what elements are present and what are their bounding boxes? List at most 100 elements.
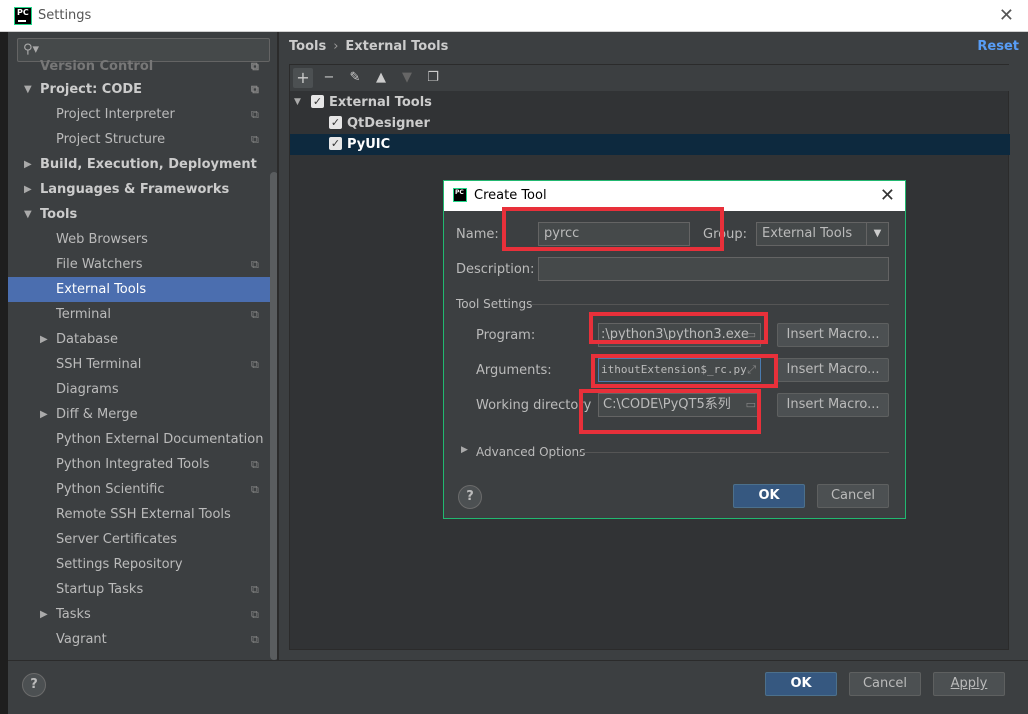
settings-tree: Version Control ⧉ ▼ Project: CODE ⧉ Project I… <box>8 60 270 652</box>
cancel-button[interactable]: Cancel <box>849 672 921 696</box>
insert-macro-button[interactable]: Insert Macro... <box>777 323 889 347</box>
background-window-edge <box>0 32 8 714</box>
tool-row-qtdesigner[interactable]: ✓ QtDesigner <box>290 113 1010 134</box>
apply-button[interactable]: Apply <box>933 672 1005 696</box>
copy-tool-icon[interactable]: ❐ <box>423 68 443 88</box>
sidebar-item-label: Terminal <box>56 307 111 322</box>
sidebar-item-label: Diagrams <box>56 382 119 397</box>
sidebar-item-version-control[interactable]: Version Control ⧉ <box>8 60 270 77</box>
sidebar-item-file-watchers[interactable]: File Watchers ⧉ <box>8 252 270 277</box>
sidebar-item-label: File Watchers <box>56 257 143 272</box>
sidebar-item-label: Project Interpreter <box>56 107 175 122</box>
sidebar-item-startup-tasks[interactable]: Startup Tasks ⧉ <box>8 577 270 602</box>
edit-pencil-icon[interactable]: ✎ <box>345 68 365 88</box>
remove-tool-button[interactable]: − <box>319 68 339 88</box>
breadcrumb-leaf: External Tools <box>345 39 449 54</box>
sidebar-item-label: Remote SSH External Tools <box>56 507 231 522</box>
sidebar-item-project-code[interactable]: ▼ Project: CODE ⧉ <box>8 77 270 102</box>
description-input[interactable] <box>538 257 889 281</box>
sidebar-item-project-structure[interactable]: Project Structure ⧉ <box>8 127 270 152</box>
tool-label: PyUIC <box>347 137 391 152</box>
window-close-icon[interactable]: ✕ <box>999 5 1014 26</box>
dialog-cancel-button[interactable]: Cancel <box>817 484 889 508</box>
dialog-close-icon[interactable]: ✕ <box>880 185 895 206</box>
highlight-arguments-box <box>591 354 778 388</box>
tool-row-pyuic[interactable]: ✓ PyUIC <box>290 134 1010 155</box>
sidebar-item-label: Python Scientific <box>56 482 165 497</box>
sidebar-item-remote-ssh-external-tools[interactable]: Remote SSH External Tools <box>8 502 270 527</box>
ok-button[interactable]: OK <box>765 672 837 696</box>
sidebar-item-tasks[interactable]: ▶ Tasks ⧉ <box>8 602 270 627</box>
reset-link[interactable]: Reset <box>977 39 1019 54</box>
tool-checkbox[interactable]: ✓ <box>329 116 342 129</box>
advanced-options-toggle[interactable]: Advanced Options <box>476 445 585 459</box>
advanced-expand-icon[interactable]: ▶ <box>461 445 468 455</box>
sidebar-item-web-browsers[interactable]: Web Browsers <box>8 227 270 252</box>
sidebar-item-diagrams[interactable]: Diagrams <box>8 377 270 402</box>
sidebar-item-build-execution-deployment[interactable]: ▶ Build, Execution, Deployment <box>8 152 270 177</box>
sidebar-item-terminal[interactable]: Terminal ⧉ <box>8 302 270 327</box>
tool-group-row[interactable]: ▼ ✓ External Tools <box>290 92 1010 113</box>
sidebar-item-diff-merge[interactable]: ▶ Diff & Merge <box>8 402 270 427</box>
sidebar-item-settings-repository[interactable]: Settings Repository <box>8 552 270 577</box>
add-tool-button[interactable]: + <box>293 68 313 88</box>
sidebar-item-python-external-documentation[interactable]: Python External Documentation <box>8 427 270 452</box>
sidebar-item-python-integrated-tools[interactable]: Python Integrated Tools ⧉ <box>8 452 270 477</box>
sidebar-item-server-certificates[interactable]: Server Certificates <box>8 527 270 552</box>
project-level-icon: ⧉ <box>251 483 259 496</box>
pycharm-logo-icon: PC <box>453 188 467 202</box>
insert-macro-button[interactable]: Insert Macro... <box>777 393 889 417</box>
search-icon: ⚲▾ <box>23 42 40 57</box>
dialog-ok-button[interactable]: OK <box>733 484 805 508</box>
highlight-working-directory-box <box>579 389 761 434</box>
pycharm-logo-icon: PC <box>14 7 32 25</box>
help-button[interactable]: ? <box>22 673 46 697</box>
settings-footer: ? OK Cancel Apply <box>8 660 1028 714</box>
sidebar-item-label: Server Certificates <box>56 532 178 547</box>
sidebar-item-label: SSH Terminal <box>56 357 142 372</box>
expand-arrow-icon[interactable]: ▶ <box>40 602 48 627</box>
section-divider <box>532 304 889 305</box>
tool-settings-heading: Tool Settings <box>456 297 533 311</box>
collapse-arrow-icon[interactable]: ▼ <box>24 202 32 227</box>
project-level-icon: ⧉ <box>251 83 259 96</box>
group-checkbox[interactable]: ✓ <box>311 95 324 108</box>
chevron-down-icon[interactable]: ▼ <box>866 223 888 245</box>
expand-arrow-icon[interactable]: ▶ <box>24 177 32 202</box>
project-level-icon: ⧉ <box>251 133 259 146</box>
create-tool-dialog: PC Create Tool ✕ Name: pyrcc Group: Exte… <box>443 180 906 519</box>
tool-checkbox[interactable]: ✓ <box>329 137 342 150</box>
sidebar-item-label: Python External Documentation <box>56 432 264 447</box>
sidebar-item-tools[interactable]: ▼ Tools <box>8 202 270 227</box>
sidebar-item-external-tools[interactable]: External Tools <box>8 277 270 302</box>
settings-sidebar: ⚲▾ Version Control ⧉ ▼ Project: CODE ⧉ Projec… <box>8 32 278 660</box>
insert-macro-button[interactable]: Insert Macro... <box>777 358 889 382</box>
dialog-help-button[interactable]: ? <box>458 485 482 509</box>
sidebar-item-languages-frameworks[interactable]: ▶ Languages & Frameworks <box>8 177 270 202</box>
name-label: Name: <box>456 227 499 242</box>
project-level-icon: ⧉ <box>251 458 259 471</box>
breadcrumb: Tools › External Tools <box>289 39 448 54</box>
move-up-icon[interactable]: ▲ <box>371 68 391 88</box>
expand-arrow-icon[interactable]: ▶ <box>40 327 48 352</box>
sidebar-item-database[interactable]: ▶ Database <box>8 327 270 352</box>
sidebar-item-label: Python Integrated Tools <box>56 457 210 472</box>
sidebar-item-python-scientific[interactable]: Python Scientific ⧉ <box>8 477 270 502</box>
tool-group-label: External Tools <box>329 95 432 110</box>
sidebar-item-vagrant[interactable]: Vagrant ⧉ <box>8 627 270 652</box>
project-level-icon: ⧉ <box>251 633 259 646</box>
sidebar-item-ssh-terminal[interactable]: SSH Terminal ⧉ <box>8 352 270 377</box>
expand-arrow-icon[interactable]: ▼ <box>294 92 301 113</box>
sidebar-item-label: Tasks <box>56 607 91 622</box>
sidebar-item-project-interpreter[interactable]: Project Interpreter ⧉ <box>8 102 270 127</box>
group-select[interactable]: External Tools ▼ <box>756 222 889 246</box>
move-down-icon[interactable]: ▼ <box>397 68 417 88</box>
project-level-icon: ⧉ <box>251 258 259 271</box>
sidebar-scrollbar[interactable] <box>270 172 277 660</box>
description-label: Description: <box>456 262 535 277</box>
project-level-icon: ⧉ <box>251 108 259 121</box>
collapse-arrow-icon[interactable]: ▼ <box>24 77 32 102</box>
expand-arrow-icon[interactable]: ▶ <box>40 402 48 427</box>
arguments-label: Arguments: <box>476 363 552 378</box>
expand-arrow-icon[interactable]: ▶ <box>24 152 32 177</box>
